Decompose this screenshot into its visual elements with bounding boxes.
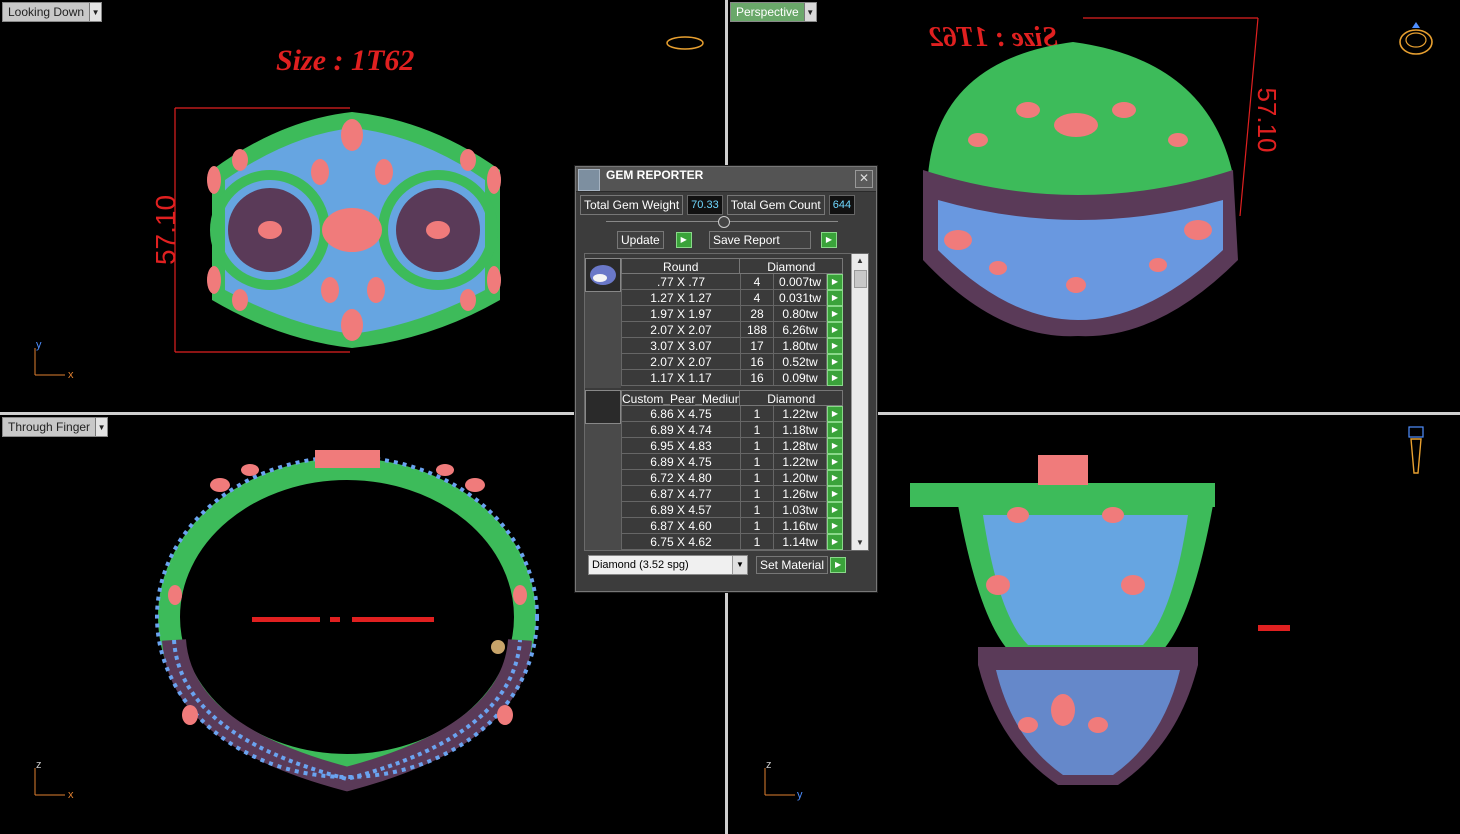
- close-button[interactable]: ✕: [855, 170, 873, 188]
- scroll-down-icon[interactable]: ▼: [852, 536, 868, 550]
- collapse-handle[interactable]: [718, 216, 730, 228]
- gem-row[interactable]: 6.86 X 4.75 1 1.22tw ▶: [621, 406, 843, 422]
- gem-row[interactable]: 6.89 X 4.74 1 1.18tw ▶: [621, 422, 843, 438]
- dimension-label-perspective: 57.10: [1252, 87, 1282, 152]
- play-icon[interactable]: ▶: [827, 370, 843, 386]
- gem-row[interactable]: 6.89 X 4.57 1 1.03tw ▶: [621, 502, 843, 518]
- save-report-button[interactable]: Save Report: [709, 231, 811, 249]
- pen-tool-icon[interactable]: [1408, 426, 1424, 474]
- play-icon[interactable]: ▶: [827, 322, 843, 338]
- set-material-button[interactable]: Set Material: [756, 556, 829, 574]
- play-icon[interactable]: ▶: [827, 486, 843, 502]
- chevron-down-icon[interactable]: ▼: [95, 418, 108, 436]
- svg-text:x: x: [68, 789, 74, 801]
- play-icon[interactable]: ▶: [827, 534, 843, 550]
- gem-list-scrollbar[interactable]: ▲ ▼: [851, 254, 868, 550]
- play-icon[interactable]: ▶: [827, 518, 843, 534]
- material-controls: Diamond (3.52 spg) ▼ Set Material ▶: [588, 555, 847, 575]
- gem-reporter-icon: [578, 169, 600, 191]
- ring-top-view: [207, 112, 501, 348]
- gem-row[interactable]: 6.87 X 4.77 1 1.26tw ▶: [621, 486, 843, 502]
- axis-indicator: x z: [34, 759, 74, 801]
- update-control: Update ▶: [617, 231, 692, 249]
- ring-side-view: [910, 455, 1290, 785]
- svg-text:y: y: [36, 339, 42, 351]
- chevron-down-icon[interactable]: ▼: [732, 556, 747, 574]
- gem-row[interactable]: 3.07 X 3.07 17 1.80tw ▶: [621, 338, 843, 354]
- play-icon[interactable]: ▶: [827, 338, 843, 354]
- viewport-label-perspective[interactable]: Perspective ▼: [730, 2, 817, 22]
- material-select[interactable]: Diamond (3.52 spg) ▼: [588, 555, 748, 575]
- play-icon[interactable]: ▶: [827, 422, 843, 438]
- play-icon[interactable]: ▶: [827, 470, 843, 486]
- scroll-thumb[interactable]: [854, 270, 867, 288]
- play-icon[interactable]: ▶: [827, 454, 843, 470]
- total-count-label: Total Gem Count: [726, 195, 825, 215]
- chevron-down-icon[interactable]: ▼: [803, 3, 816, 21]
- svg-text:x: x: [68, 369, 74, 381]
- svg-text:y: y: [797, 789, 803, 801]
- svg-text:z: z: [36, 759, 42, 771]
- gem-reporter-panel: GEM REPORTER ✕ Total Gem Weight 70.33 To…: [575, 166, 877, 592]
- play-icon[interactable]: ▶: [827, 306, 843, 322]
- gem-row[interactable]: 6.89 X 4.75 1 1.22tw ▶: [621, 454, 843, 470]
- play-icon[interactable]: ▶: [830, 557, 847, 573]
- scroll-up-icon[interactable]: ▲: [852, 254, 868, 268]
- gem-reporter-title: GEM REPORTER: [606, 168, 704, 182]
- svg-text:z: z: [766, 759, 772, 771]
- gem-list[interactable]: Round Diamond .77 X .77 4 0.007tw ▶ 1.27 X …: [584, 253, 869, 551]
- update-button[interactable]: Update: [617, 231, 664, 249]
- group-header: Custom_Pear_Medium Diamond: [621, 390, 843, 406]
- axis-indicator: y z: [764, 759, 803, 801]
- size-label: Size : 1T62: [276, 44, 414, 77]
- total-count-value: 644: [828, 195, 856, 215]
- group-header: Round Diamond: [621, 258, 843, 274]
- gem-row[interactable]: 1.97 X 1.97 28 0.80tw ▶: [621, 306, 843, 322]
- gem-row[interactable]: 6.87 X 4.60 1 1.16tw ▶: [621, 518, 843, 534]
- gem-row[interactable]: 6.72 X 4.80 1 1.20tw ▶: [621, 470, 843, 486]
- gem-reporter-titlebar[interactable]: GEM REPORTER ✕: [576, 167, 876, 192]
- gem-row[interactable]: .77 X .77 4 0.007tw ▶: [621, 274, 843, 290]
- ring-perspective-view: [923, 42, 1238, 337]
- size-label-mirrored: Size : 1T62: [929, 22, 1058, 53]
- ring-front-view: [155, 450, 539, 792]
- save-report-control: Save Report ▶: [709, 231, 837, 249]
- gem-row[interactable]: 1.17 X 1.17 16 0.09tw ▶: [621, 370, 843, 386]
- gem-row[interactable]: 6.75 X 4.62 1 1.14tw ▶: [621, 534, 843, 550]
- play-icon[interactable]: ▶: [827, 274, 843, 290]
- play-icon[interactable]: ▶: [827, 354, 843, 370]
- gem-row[interactable]: 1.27 X 1.27 4 0.031tw ▶: [621, 290, 843, 306]
- dimension-label: 57.10: [150, 195, 181, 265]
- total-weight-value: 70.33: [687, 195, 723, 215]
- gem-row[interactable]: 6.95 X 4.83 1 1.28tw ▶: [621, 438, 843, 454]
- play-icon[interactable]: ▶: [827, 502, 843, 518]
- axis-indicator: x y: [34, 339, 74, 381]
- play-icon[interactable]: ▶: [827, 438, 843, 454]
- play-icon[interactable]: ▶: [675, 232, 692, 248]
- round-gem-icon[interactable]: [585, 258, 621, 292]
- pear-gem-icon[interactable]: [585, 390, 621, 424]
- gem-row[interactable]: 2.07 X 2.07 188 6.26tw ▶: [621, 322, 843, 338]
- viewport-label-looking-down[interactable]: Looking Down ▼: [2, 2, 103, 22]
- play-icon[interactable]: ▶: [821, 232, 837, 248]
- play-icon[interactable]: ▶: [827, 290, 843, 306]
- totals-row: Total Gem Weight 70.33 Total Gem Count 6…: [580, 195, 856, 215]
- ring-thumbnail-icon[interactable]: [1399, 22, 1433, 55]
- viewport-label-through-finger[interactable]: Through Finger ▼: [2, 417, 109, 437]
- play-icon[interactable]: ▶: [827, 406, 843, 422]
- gem-row[interactable]: 2.07 X 2.07 16 0.52tw ▶: [621, 354, 843, 370]
- chevron-down-icon[interactable]: ▼: [89, 3, 102, 21]
- view-cube-icon[interactable]: [666, 36, 704, 50]
- total-weight-label: Total Gem Weight: [580, 195, 684, 215]
